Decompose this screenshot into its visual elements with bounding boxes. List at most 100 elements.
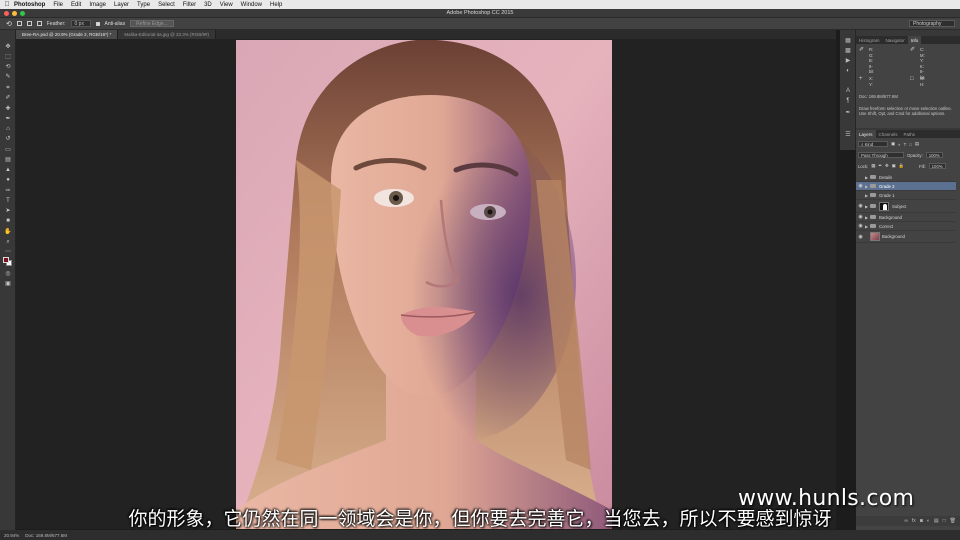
type-tool-icon[interactable]: T — [4, 198, 12, 204]
foreground-color-swatch[interactable] — [3, 257, 9, 263]
filter-smart-object-icon[interactable]: ▤ — [915, 141, 919, 147]
layer-filter-select[interactable]: ⌕ Kind — [858, 141, 888, 147]
lock-all-icon[interactable]: 🔒 — [899, 163, 904, 169]
edit-toolbar-icon[interactable]: ⋯ — [4, 249, 12, 255]
layer-row-details[interactable]: ▶ Details — [856, 173, 956, 182]
healing-brush-tool-icon[interactable]: ✚ — [4, 106, 12, 112]
hand-tool-icon[interactable]: ✋ — [4, 229, 12, 235]
properties-panel-icon[interactable]: ☰ — [844, 132, 852, 139]
document-size[interactable]: Doc: 169.8M/677.6M — [25, 533, 67, 538]
layer-row-correct[interactable]: ◉ ▶ Correct — [856, 222, 956, 231]
menu-filter[interactable]: Filter — [183, 2, 196, 8]
tab-navigator[interactable]: Navigator — [883, 36, 908, 44]
layer-row-background-group[interactable]: ◉ ▶ Background — [856, 213, 956, 222]
history-panel-icon[interactable]: ▦ — [844, 38, 852, 45]
menu-view[interactable]: View — [220, 2, 233, 8]
tab-paths[interactable]: Paths — [901, 130, 919, 138]
menu-3d[interactable]: 3D — [204, 2, 212, 8]
menu-window[interactable]: Window — [241, 2, 262, 8]
lock-transparent-icon[interactable]: ▦ — [871, 163, 875, 169]
add-selection-icon[interactable] — [26, 21, 32, 26]
canvas-area[interactable] — [16, 39, 836, 529]
fill-input[interactable]: 100% — [928, 163, 946, 169]
layer-row-subject[interactable]: ◉ ▶ Subject — [856, 200, 956, 213]
lock-brush-icon[interactable]: ✒ — [878, 163, 882, 169]
brush-panel-icon[interactable]: ✒ — [844, 110, 852, 117]
lock-label: Lock: — [858, 163, 869, 169]
lasso-tool-icon[interactable]: ⟲ — [4, 64, 12, 70]
character-panel-icon[interactable]: A — [844, 88, 852, 95]
menu-image[interactable]: Image — [89, 2, 106, 8]
lock-position-icon[interactable]: ✥ — [885, 163, 889, 169]
pen-tool-icon[interactable]: ✑ — [4, 188, 12, 194]
marquee-tool-icon[interactable]: ⬚ — [4, 54, 12, 60]
feather-input[interactable]: 0 px — [70, 20, 91, 27]
eye-icon[interactable]: ◉ — [856, 183, 865, 189]
menu-layer[interactable]: Layer — [114, 2, 129, 8]
menu-type[interactable]: Type — [137, 2, 150, 8]
apple-icon[interactable]:  — [0, 1, 14, 8]
gradient-tool-icon[interactable]: ▤ — [4, 157, 12, 163]
quick-selection-tool-icon[interactable]: ✎ — [4, 74, 12, 80]
eye-icon[interactable]: ◉ — [856, 223, 865, 229]
new-selection-icon[interactable] — [16, 21, 22, 26]
quick-mask-icon[interactable]: ◎ — [4, 271, 12, 277]
zoom-level[interactable]: 20.94% — [4, 533, 19, 538]
menu-select[interactable]: Select — [158, 2, 175, 8]
tab-document-1[interactable]: Bree-RA.psd @ 20.9% (Grade 2, RGB/16*) * — [16, 30, 119, 39]
paragraph-panel-icon[interactable]: ¶ — [844, 98, 852, 105]
clone-stamp-tool-icon[interactable]: ⌂ — [4, 126, 12, 132]
lasso-tool-preset-icon[interactable]: ⟲ — [6, 20, 12, 28]
close-window-button[interactable] — [4, 11, 9, 16]
menu-file[interactable]: File — [53, 2, 63, 8]
subtract-selection-icon[interactable] — [36, 21, 42, 26]
zoom-tool-icon[interactable]: ⌕ — [4, 239, 12, 245]
layer-row-grade-1[interactable]: ▶ Grade 1 — [856, 191, 956, 200]
menu-help[interactable]: Help — [270, 2, 282, 8]
blur-tool-icon[interactable]: ▲ — [4, 167, 12, 173]
shape-tool-icon[interactable]: ■ — [4, 218, 12, 224]
path-selection-tool-icon[interactable]: ➤ — [4, 208, 12, 214]
window-title-bar: Adobe Photoshop CC 2015 — [0, 9, 960, 18]
layer-row-grade-2[interactable]: ◉ ▶ Grade 2 — [856, 182, 956, 191]
lock-artboard-icon[interactable]: ▣ — [892, 163, 896, 169]
play-actions-icon[interactable]: ▶ — [844, 58, 852, 65]
antialias-checkbox[interactable] — [95, 21, 100, 26]
blend-mode-select[interactable]: Pass Through — [858, 152, 904, 158]
brush-tool-icon[interactable]: ✒ — [4, 116, 12, 122]
tab-document-2[interactable]: Malika-Editorial-3a.jpg @ 33.3% (RGB/8#) — [118, 30, 216, 39]
layer-thumbnail[interactable] — [870, 232, 880, 241]
tab-histogram[interactable]: Histogram — [856, 36, 883, 44]
filter-type-icon[interactable]: T — [904, 142, 907, 147]
filter-shape-icon[interactable]: □ — [909, 142, 912, 147]
layers-panel-tabs: Layers Channels Paths — [856, 130, 960, 138]
adjustments-panel-icon[interactable]: ◐ — [844, 68, 852, 75]
portrait-photo[interactable] — [236, 40, 612, 529]
move-tool-icon[interactable]: ✥ — [4, 44, 12, 50]
history-brush-tool-icon[interactable]: ↺ — [4, 136, 12, 142]
filter-pixel-icon[interactable]: ▣ — [891, 141, 895, 147]
eraser-tool-icon[interactable]: ▭ — [4, 147, 12, 153]
menu-app-name[interactable]: Photoshop — [14, 2, 45, 8]
tab-layers[interactable]: Layers — [856, 130, 876, 138]
eye-icon[interactable]: ◉ — [856, 214, 865, 220]
layer-mask-thumbnail[interactable] — [879, 201, 889, 211]
info-wh-block: □ W: H: — [910, 76, 925, 87]
opacity-input[interactable]: 100% — [925, 152, 943, 158]
eye-icon[interactable]: ◉ — [856, 234, 865, 240]
tab-channels[interactable]: Channels — [876, 130, 901, 138]
zoom-window-button[interactable] — [20, 11, 25, 16]
eyedropper-tool-icon[interactable]: ✐ — [4, 95, 12, 101]
minimize-window-button[interactable] — [12, 11, 17, 16]
tab-info[interactable]: Info — [907, 36, 922, 44]
refine-edge-button[interactable]: Refine Edge... — [130, 20, 174, 27]
workspace-select[interactable]: Photography — [909, 20, 955, 27]
crop-tool-icon[interactable]: ⌗ — [4, 85, 12, 91]
dodge-tool-icon[interactable]: ● — [4, 177, 12, 183]
eye-icon[interactable]: ◉ — [856, 203, 865, 209]
layer-row-background[interactable]: ◉ Background — [856, 231, 956, 243]
swatches-panel-icon[interactable]: ▩ — [844, 48, 852, 55]
filter-adjustment-icon[interactable]: ◐ — [898, 142, 901, 147]
screen-mode-icon[interactable]: ▣ — [4, 281, 12, 287]
menu-edit[interactable]: Edit — [71, 2, 81, 8]
